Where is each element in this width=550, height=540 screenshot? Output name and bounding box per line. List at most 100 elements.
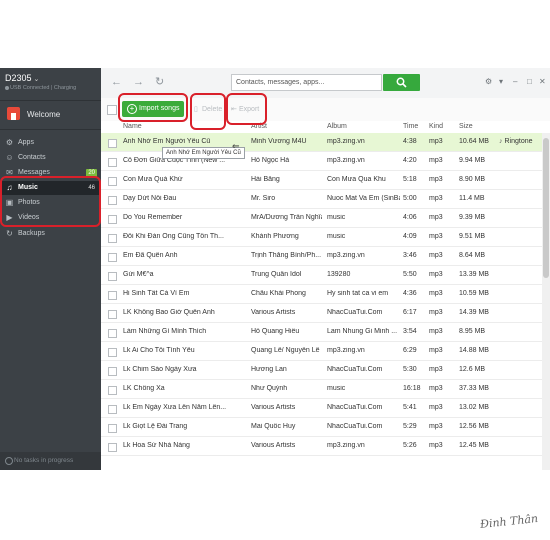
table-row[interactable]: Con Mưa Quá Khứ Hải Băng Con Mưa Qua Khu 5:…	[101, 171, 542, 190]
table-row[interactable]: LK Chồng Xa Như Quỳnh music 16:18 mp3 37.33 M…	[101, 380, 542, 399]
table-row[interactable]: Hi Sinh Tất Cả Vì Em Châu Khải Phong Hy si…	[101, 285, 542, 304]
song-name: Dạy Dứt Nỗi Đau	[123, 195, 177, 202]
sidebar-item-photos[interactable]: ▣ Photos	[0, 196, 101, 210]
sidebar-item-apps[interactable]: ⚙ Apps	[0, 136, 101, 150]
sidebar-item-messages[interactable]: ✉ Messages 20	[0, 166, 101, 180]
song-kind: mp3	[429, 195, 443, 202]
messages-icon: ✉	[6, 168, 13, 177]
sidebar-item-contacts[interactable]: ☺ Contacts	[0, 151, 101, 165]
table-row[interactable]: Dạy Dứt Nỗi Đau Mr. Siro Nuoc Mat Va Em (S…	[101, 190, 542, 209]
row-checkbox[interactable]	[108, 272, 117, 281]
column-header-name[interactable]: Name	[123, 123, 142, 130]
song-artist: Hương Lan	[251, 366, 287, 373]
song-album: NhacCuaTui.Com	[327, 309, 383, 316]
song-kind: mp3	[429, 252, 443, 259]
scrollbar[interactable]	[542, 133, 550, 470]
select-all-checkbox[interactable]	[107, 105, 117, 115]
search-input[interactable]: Contacts, messages, apps...	[231, 74, 382, 91]
table-row[interactable]: Lk Chim Sáo Ngày Xưa Hương Lan NhacCuaTui.…	[101, 361, 542, 380]
close-icon[interactable]: ✕	[539, 77, 546, 86]
song-time: 5:29	[403, 423, 417, 430]
song-size: 9.39 MB	[459, 214, 486, 221]
row-checkbox[interactable]	[108, 443, 117, 452]
sidebar-item-music[interactable]: ♫ Music 46	[0, 181, 101, 195]
song-time: 4:09	[403, 233, 417, 240]
row-checkbox[interactable]	[108, 215, 117, 224]
table-row[interactable]: Em Đã Quên Anh Trịnh Thăng Bình/Ph... mp3.…	[101, 247, 542, 266]
table-row[interactable]: Lk Hoa Sứ Nhà Nàng Various Artists mp3.zin…	[101, 437, 542, 456]
row-checkbox[interactable]	[108, 196, 117, 205]
sidebar-item-backups[interactable]: ↻ Backups	[0, 227, 101, 241]
row-checkbox[interactable]	[108, 310, 117, 319]
song-album: mp3.zing.vn	[327, 347, 365, 354]
table-row[interactable]: Lk Giọt Lệ Đài Trang Mai Quốc Huy NhacCuaT…	[101, 418, 542, 437]
song-name: Lk Giọt Lệ Đài Trang	[123, 423, 188, 430]
row-checkbox[interactable]	[108, 424, 117, 433]
search-button[interactable]	[383, 74, 420, 91]
forward-arrow-icon[interactable]: →	[133, 77, 144, 88]
column-header-kind[interactable]: Kind	[429, 123, 443, 130]
row-checkbox[interactable]	[108, 386, 117, 395]
song-album: mp3.zing.vn	[327, 157, 365, 164]
table-row[interactable]: Gửi M€^a Trung Quân Idol 139280 5:50 mp3 13.3…	[101, 266, 542, 285]
scrollbar-thumb[interactable]	[543, 138, 549, 278]
table-row[interactable]: Đôi Khi Đàn Ông Cũng Tổn Th... Khánh Phươ…	[101, 228, 542, 247]
back-arrow-icon[interactable]: ←	[111, 77, 122, 88]
song-time: 5:26	[403, 442, 417, 449]
settings-icon[interactable]: ⚙	[485, 77, 492, 86]
table-row[interactable]: Làm Những Gì Mình Thích Hồ Quang Hiếu Lam …	[101, 323, 542, 342]
row-checkbox[interactable]	[108, 139, 117, 148]
row-checkbox[interactable]	[108, 405, 117, 414]
maximize-icon[interactable]: □	[527, 77, 532, 86]
column-header-artist[interactable]: Artist	[251, 123, 267, 130]
sidebar-item-videos[interactable]: ▶ Videos	[0, 211, 101, 225]
column-header-album[interactable]: Album	[327, 123, 347, 130]
song-album: Nuoc Mat Va Em (SinBa...	[327, 195, 400, 202]
song-kind: mp3	[429, 214, 443, 221]
column-header-time[interactable]: Time	[403, 123, 418, 130]
row-checkbox[interactable]	[108, 291, 117, 300]
song-name: Làm Những Gì Mình Thích	[123, 328, 207, 335]
backups-icon: ↻	[6, 229, 13, 238]
song-time: 4:06	[403, 214, 417, 221]
song-album: music	[327, 385, 346, 392]
export-button[interactable]: ⇤ Export	[231, 105, 259, 113]
song-kind: mp3	[429, 290, 443, 297]
song-name: Lk Ai Cho Tôi Tình Yêu	[123, 347, 195, 354]
row-checkbox[interactable]	[108, 177, 117, 186]
sidebar-item-label: Backups	[18, 230, 45, 237]
menu-icon[interactable]: ▾	[499, 77, 503, 86]
sidebar-item-label: Messages	[18, 169, 50, 176]
song-album: mp3.zing.vn	[327, 138, 365, 145]
song-size: 13.39 MB	[459, 271, 489, 278]
row-checkbox[interactable]	[108, 234, 117, 243]
row-checkbox[interactable]	[108, 329, 117, 338]
song-artist: Minh Vương M4U	[251, 138, 307, 145]
device-selector[interactable]: D2305 ⌄	[5, 73, 39, 83]
import-songs-button[interactable]: + Import songs	[122, 101, 184, 117]
row-checkbox[interactable]	[108, 367, 117, 376]
song-artist: Hồ Quang Hiếu	[251, 328, 300, 335]
table-row[interactable]: LK Không Bao Giờ Quên Anh Various Artists…	[101, 304, 542, 323]
song-size: 12.6 MB	[459, 366, 486, 373]
photos-icon: ▣	[5, 198, 14, 207]
song-kind: mp3	[429, 328, 443, 335]
song-kind: mp3	[429, 366, 443, 373]
table-row[interactable]: Do You Remember MrA/Dương Trần Nghĩa music…	[101, 209, 542, 228]
table-row[interactable]: Lk Em Ngày Xưa Lên Năm Lên... Various Art…	[101, 399, 542, 418]
delete-button[interactable]: ▯ Delete	[194, 105, 222, 113]
minimize-icon[interactable]: –	[513, 77, 517, 86]
sidebar-item-label: Welcome	[27, 110, 61, 119]
refresh-icon[interactable]: ↻	[155, 77, 164, 88]
set-ringtone-button[interactable]: ♪ Ringtone	[499, 138, 533, 145]
table-row[interactable]: Lk Ai Cho Tôi Tình Yêu Quang Lê/ Nguyễn L…	[101, 342, 542, 361]
column-header-size[interactable]: Size	[459, 123, 473, 130]
row-checkbox[interactable]	[108, 158, 117, 167]
row-checkbox[interactable]	[108, 348, 117, 357]
song-size: 9.51 MB	[459, 233, 486, 240]
search-icon	[396, 77, 407, 88]
watermark-signature: Đinh Thân	[479, 511, 539, 532]
row-checkbox[interactable]	[108, 253, 117, 262]
song-artist: Hải Băng	[251, 176, 280, 183]
sidebar-item-welcome[interactable]: Welcome	[0, 101, 101, 128]
